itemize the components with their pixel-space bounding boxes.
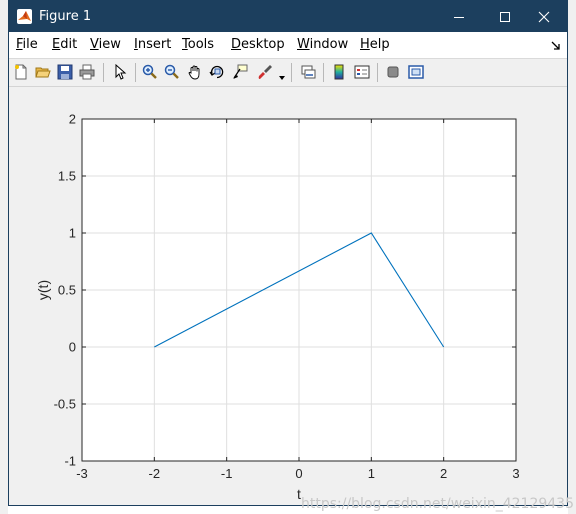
insert-colorbar-button[interactable]: [329, 62, 349, 82]
menu-edit-mnemonic: E: [52, 37, 61, 52]
zoom-in-icon: [142, 64, 157, 79]
background-left-strip: [0, 0, 8, 514]
menu-window[interactable]: Window: [297, 37, 348, 52]
figure-toolbar: [9, 59, 567, 87]
save-icon: [57, 64, 73, 80]
figure-canvas[interactable]: -3 -2 -1 0 1 2 3 -1 -0.5 0 0.5 1 1.5 2 t y(t): [9, 87, 567, 505]
menu-insert-label: nsert: [137, 37, 172, 52]
menu-tools-label: ools: [187, 37, 215, 52]
x-tick-label: 1: [368, 466, 375, 481]
watermark-text: https://blog.csdn.net/weixin_42129435: [300, 496, 574, 512]
insert-colorbar-icon: [334, 64, 344, 80]
brush-icon: [258, 65, 272, 79]
menu-bar: File Edit View Insert Tools Desktop Wind…: [9, 32, 567, 59]
new-figure-button[interactable]: [11, 62, 31, 82]
print-button[interactable]: [77, 62, 97, 82]
rotate-3d-button[interactable]: [207, 62, 227, 82]
title-bar[interactable]: Figure 1: [9, 1, 567, 32]
close-button[interactable]: [521, 1, 567, 32]
y-tick-label: 2: [69, 112, 76, 127]
show-plot-tools-button[interactable]: [406, 62, 426, 82]
menu-view[interactable]: View: [90, 37, 121, 52]
menu-help-mnemonic: H: [360, 37, 370, 52]
menu-desktop-label: esktop: [241, 37, 285, 52]
insert-legend-button[interactable]: [352, 62, 372, 82]
new-figure-icon: [15, 64, 27, 80]
y-tick-label: -1: [64, 454, 76, 469]
zoom-out-icon: [164, 64, 179, 79]
toolbar-separator: [135, 63, 136, 82]
link-plot-button[interactable]: [298, 62, 318, 82]
open-file-icon: [35, 67, 51, 78]
zoom-in-button[interactable]: [140, 62, 160, 82]
y-axis-label: y(t): [35, 280, 51, 300]
figure-window: Figure 1 File Edit View Insert Tools Des…: [8, 0, 568, 506]
x-tick-label: -2: [149, 466, 161, 481]
print-icon: [79, 64, 95, 80]
toolbar-separator: [291, 63, 292, 82]
menu-tools[interactable]: Tools: [182, 37, 214, 52]
x-tick-label: 2: [440, 466, 447, 481]
y-tick-label: 1: [69, 226, 76, 241]
maximize-icon: [500, 11, 510, 22]
x-tick-label: 0: [295, 466, 302, 481]
minimize-button[interactable]: [436, 1, 482, 32]
y-tick-label: 0.5: [58, 283, 76, 298]
minimize-icon: [454, 16, 464, 18]
x-tick-label: 3: [512, 466, 519, 481]
menu-window-mnemonic: W: [297, 37, 310, 52]
menu-file-label: ile: [22, 37, 38, 52]
data-cursor-button[interactable]: [230, 62, 250, 82]
toolbar-separator: [377, 63, 378, 82]
zoom-out-button[interactable]: [162, 62, 182, 82]
menu-desktop-mnemonic: D: [231, 37, 242, 52]
link-plot-icon: [301, 65, 316, 79]
menu-desktop[interactable]: Desktop: [231, 37, 285, 52]
save-button[interactable]: [55, 62, 75, 82]
open-file-button[interactable]: [33, 62, 53, 82]
rotate-3d-icon: [209, 65, 224, 79]
menu-view-label: iew: [98, 37, 121, 52]
toolbar-separator: [323, 63, 324, 82]
pan-hand-icon: [188, 65, 200, 80]
pan-button[interactable]: [185, 62, 205, 82]
data-cursor-icon: [233, 64, 248, 79]
menu-file[interactable]: File: [16, 37, 38, 52]
hide-plot-tools-icon: [387, 66, 399, 78]
x-tick-label: -1: [221, 466, 233, 481]
menu-view-mnemonic: V: [90, 37, 99, 52]
window-title: Figure 1: [39, 9, 92, 24]
dock-arrow-icon[interactable]: [551, 38, 561, 56]
show-plot-tools-icon: [408, 65, 424, 79]
menu-window-label: indow: [309, 37, 349, 52]
close-icon: [538, 11, 550, 22]
brush-button[interactable]: [255, 62, 275, 82]
background-right-strip: [568, 0, 576, 514]
y-tick-label: -0.5: [54, 397, 76, 412]
menu-edit[interactable]: Edit: [52, 37, 77, 52]
brush-dropdown-icon[interactable]: [279, 68, 285, 86]
toolbar-separator: [103, 63, 104, 82]
y-tick-label: 1.5: [58, 169, 76, 184]
menu-edit-label: dit: [60, 37, 78, 52]
menu-insert[interactable]: Insert: [134, 37, 171, 52]
x-tick-label: -3: [76, 466, 88, 481]
edit-plot-arrow-icon: [115, 64, 127, 80]
menu-help[interactable]: Help: [360, 37, 390, 52]
y-tick-label: 0: [69, 340, 76, 355]
edit-plot-button[interactable]: [110, 62, 130, 82]
menu-help-label: elp: [369, 37, 390, 52]
hide-plot-tools-button[interactable]: [383, 62, 403, 82]
matlab-logo-icon: [17, 9, 32, 24]
plot-axes[interactable]: -3 -2 -1 0 1 2 3-1-0.500.511.52ty(t): [9, 87, 567, 505]
insert-legend-icon: [354, 65, 370, 79]
